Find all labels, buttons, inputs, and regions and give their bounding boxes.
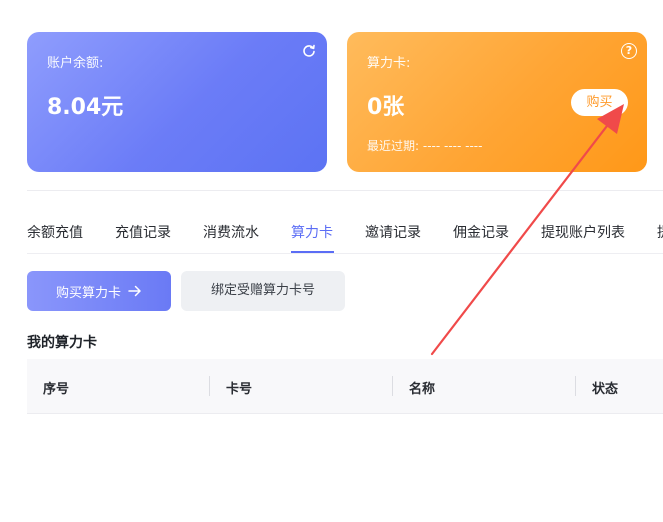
compute-card: 算力卡: 0张 最近过期: ---- ---- ---- ? 购买	[347, 32, 647, 172]
tab-recharge-records[interactable]: 充值记录	[115, 222, 171, 242]
buy-compute-card-button[interactable]: 购买算力卡	[27, 271, 171, 311]
balance-label: 账户余额:	[47, 56, 104, 71]
tab-consumption[interactable]: 消费流水	[203, 222, 259, 242]
tab-balance-recharge[interactable]: 余额充值	[27, 222, 83, 242]
latest-expiry: 最近过期: ---- ---- ----	[367, 139, 483, 153]
tab-invite-records[interactable]: 邀请记录	[365, 222, 421, 242]
column-index: 序号	[43, 382, 70, 397]
compute-card-label: 算力卡:	[367, 56, 411, 71]
column-name: 名称	[409, 382, 436, 397]
arrow-right-icon	[128, 285, 141, 297]
table-header-border	[27, 413, 663, 414]
balance-card: 账户余额: 8.04元	[27, 32, 327, 172]
tab-compute-card[interactable]: 算力卡	[291, 222, 333, 242]
buy-button[interactable]: 购买	[571, 89, 628, 116]
column-card-number: 卡号	[226, 382, 253, 397]
buy-compute-card-label: 购买算力卡	[55, 285, 121, 301]
header-divider	[27, 190, 663, 191]
column-status: 状态	[592, 382, 619, 397]
tab-overflow[interactable]: 提	[657, 222, 663, 242]
balance-value: 8.04元	[47, 95, 124, 120]
table-header: 序号 卡号 名称 状态	[27, 359, 663, 413]
column-separator	[209, 376, 210, 396]
tabs-divider	[27, 253, 663, 254]
help-icon[interactable]: ?	[621, 43, 637, 59]
bind-gift-card-button[interactable]: 绑定受赠算力卡号	[181, 271, 345, 311]
refresh-icon[interactable]	[302, 44, 316, 58]
compute-card-count: 0张	[367, 95, 405, 120]
column-separator	[392, 376, 393, 396]
column-separator	[575, 376, 576, 396]
tab-withdraw-accounts[interactable]: 提现账户列表	[541, 222, 625, 242]
my-compute-cards-title: 我的算力卡	[27, 335, 97, 351]
tab-commission-records[interactable]: 佣金记录	[453, 222, 509, 242]
